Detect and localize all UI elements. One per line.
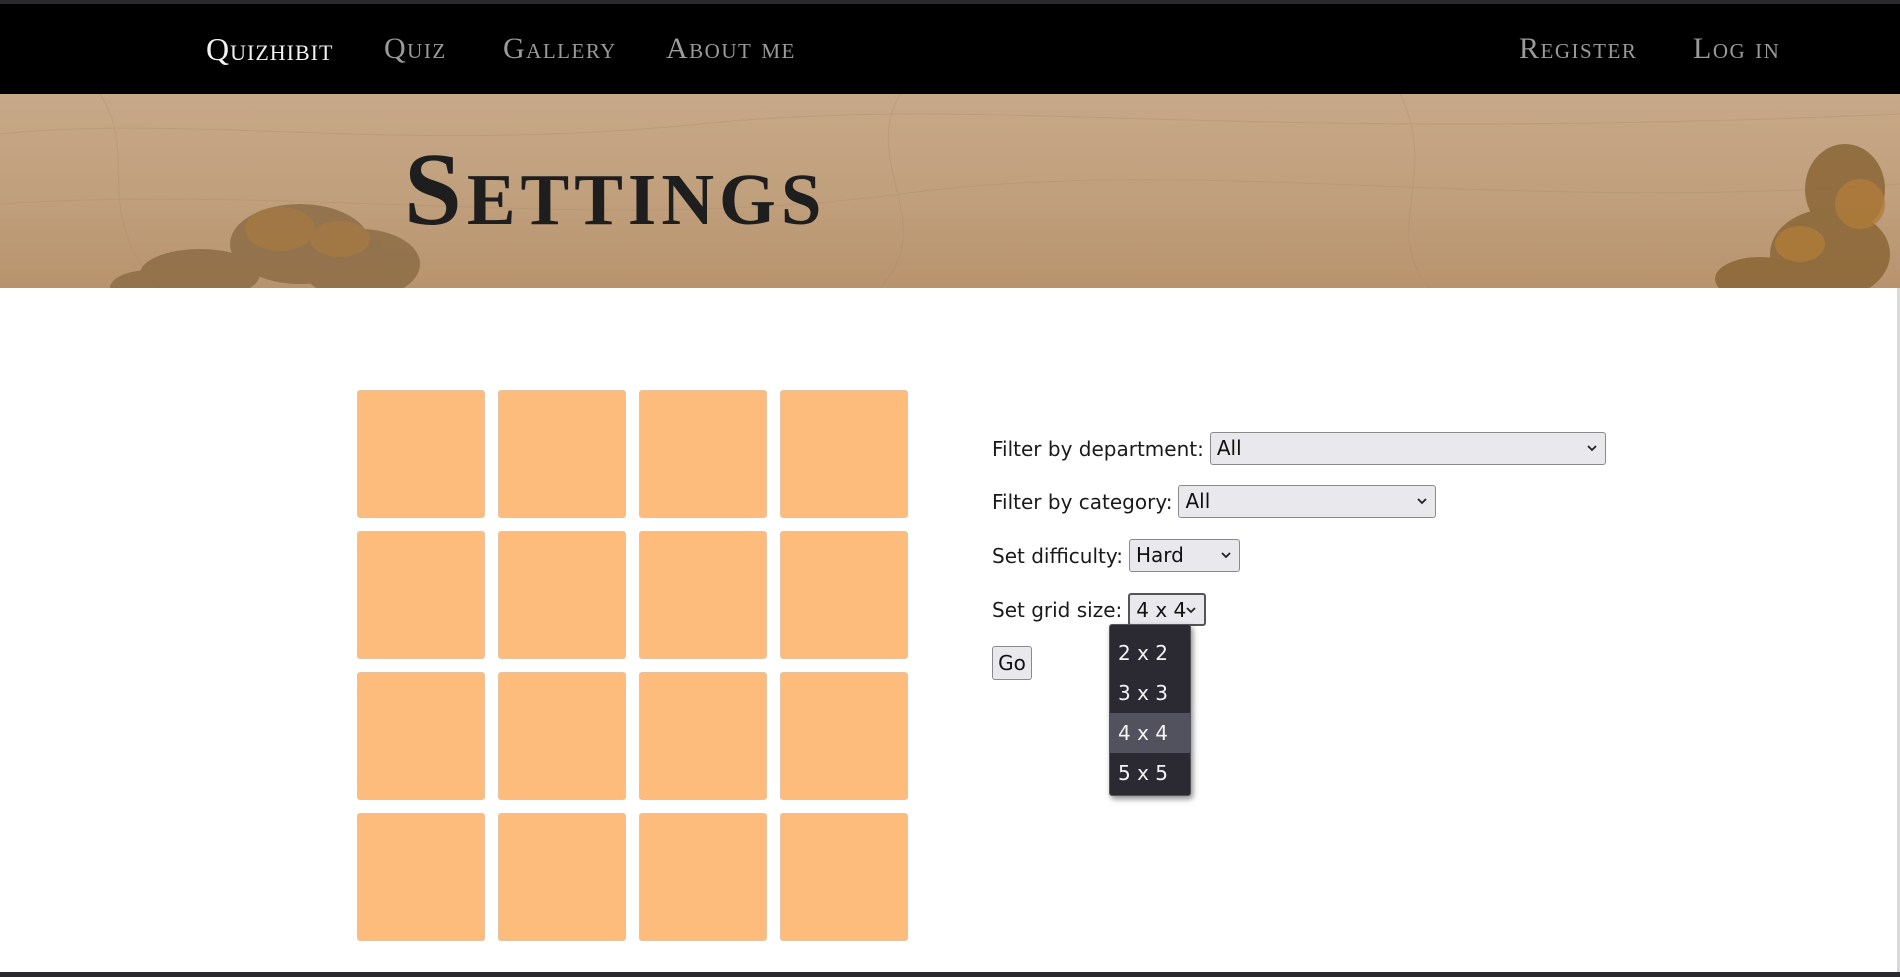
nav-link-login[interactable]: Log in: [1693, 4, 1780, 94]
grid-size-option-selected[interactable]: 4 x 4: [1110, 713, 1190, 753]
category-select[interactable]: All: [1178, 485, 1437, 518]
category-row: Filter by category: All: [992, 485, 1437, 518]
chevron-down-icon: [1221, 552, 1231, 559]
category-label: Filter by category:: [992, 489, 1173, 514]
card-tile[interactable]: [357, 672, 485, 800]
difficulty-select[interactable]: Hard: [1128, 539, 1240, 572]
card-tile[interactable]: [639, 390, 767, 518]
card-tile[interactable]: [357, 531, 485, 659]
nav-link-about-me[interactable]: About me: [666, 4, 796, 94]
grid-size-label: Set grid size:: [992, 597, 1123, 622]
grid-size-option[interactable]: 2 x 2: [1110, 633, 1190, 673]
category-select-value: All: [1185, 489, 1211, 513]
card-grid: [357, 390, 908, 941]
card-tile[interactable]: [498, 531, 626, 659]
go-button[interactable]: Go: [992, 646, 1032, 680]
navbar: Quizhibit Quiz Gallery About me Register…: [0, 4, 1900, 94]
card-tile[interactable]: [498, 813, 626, 941]
card-tile[interactable]: [780, 672, 908, 800]
card-tile[interactable]: [357, 813, 485, 941]
chevron-down-icon: [1186, 607, 1196, 614]
grid-size-select[interactable]: 4 x 4: [1128, 593, 1207, 626]
department-row: Filter by department: All: [992, 432, 1606, 465]
card-tile[interactable]: [780, 390, 908, 518]
chevron-down-icon: [1587, 445, 1597, 452]
card-tile[interactable]: [639, 813, 767, 941]
nav-link-gallery[interactable]: Gallery: [503, 4, 617, 94]
card-tile[interactable]: [780, 813, 908, 941]
brand-link[interactable]: Quizhibit: [206, 4, 333, 94]
department-label: Filter by department:: [992, 436, 1204, 461]
grid-size-option[interactable]: 5 x 5: [1110, 753, 1190, 793]
painting-background-image: [0, 94, 1900, 288]
department-select[interactable]: All: [1209, 432, 1606, 465]
nav-link-register[interactable]: Register: [1519, 4, 1637, 94]
page-banner: Settings: [0, 94, 1900, 288]
grid-size-option[interactable]: 3 x 3: [1110, 673, 1190, 713]
difficulty-label: Set difficulty:: [992, 543, 1123, 568]
grid-size-select-value: 4 x 4: [1136, 598, 1187, 622]
department-select-value: All: [1216, 436, 1242, 460]
chevron-down-icon: [1417, 498, 1428, 505]
nav-link-quiz[interactable]: Quiz: [384, 4, 447, 94]
card-tile[interactable]: [498, 390, 626, 518]
card-tile[interactable]: [780, 531, 908, 659]
card-tile[interactable]: [639, 531, 767, 659]
difficulty-row: Set difficulty: Hard: [992, 539, 1240, 572]
grid-size-dropdown: 2 x 2 3 x 3 4 x 4 5 x 5: [1109, 624, 1191, 796]
page-title: Settings: [404, 132, 827, 247]
card-tile[interactable]: [639, 672, 767, 800]
card-tile[interactable]: [357, 390, 485, 518]
grid-size-row: Set grid size: 4 x 4: [992, 593, 1207, 626]
card-tile[interactable]: [498, 672, 626, 800]
difficulty-select-value: Hard: [1135, 543, 1184, 567]
window-bottom-border: [0, 972, 1900, 977]
